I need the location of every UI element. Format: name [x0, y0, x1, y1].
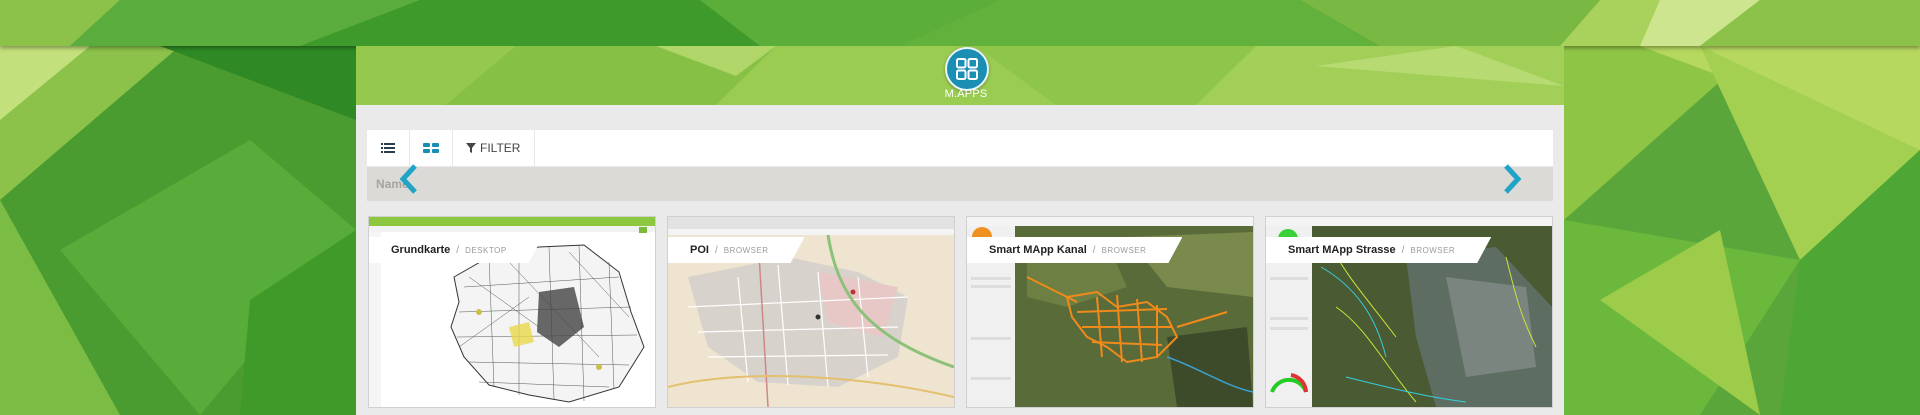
grid-icon [956, 58, 978, 80]
list-view-icon [381, 143, 395, 153]
app-type: BROWSER [1101, 245, 1147, 255]
mapps-panel: M.APPS FILTER Name Grundkarte / DESKTOP … [356, 46, 1564, 415]
filter-label: FILTER [480, 141, 521, 155]
app-title-tag: Smart MApp Strasse / BROWSER [1266, 237, 1491, 263]
app-name: Smart MApp Strasse [1288, 244, 1396, 256]
mapps-button[interactable] [945, 47, 989, 91]
mapps-label: M.APPS [944, 88, 988, 100]
app-title-tag: POI / BROWSER [668, 237, 805, 263]
app-card[interactable]: POI / BROWSER [667, 216, 955, 408]
app-type: DESKTOP [465, 245, 507, 255]
app-separator: / [456, 244, 460, 256]
app-separator: / [1401, 244, 1405, 256]
app-card[interactable]: Smart MApp Kanal / BROWSER [966, 216, 1254, 408]
top-banner [0, 0, 1920, 46]
list-view-button[interactable] [367, 130, 410, 166]
app-type: BROWSER [723, 245, 769, 255]
filter-button[interactable]: FILTER [453, 130, 536, 166]
app-title-tag: Smart MApp Kanal / BROWSER [967, 237, 1182, 263]
app-name: Grundkarte [391, 244, 451, 256]
chevron-left-icon [399, 164, 417, 194]
app-carousel: Grundkarte / DESKTOP POI / BROWSER Smart… [368, 216, 1554, 415]
carousel-prev-button[interactable] [397, 162, 421, 196]
carousel-next-button[interactable] [1500, 162, 1524, 196]
tile-view-icon [423, 143, 439, 153]
chevron-right-icon [1504, 164, 1522, 194]
sort-header[interactable]: Name [367, 167, 1553, 201]
view-toolbar: FILTER [367, 130, 1553, 166]
app-separator: / [1092, 244, 1096, 256]
app-card[interactable]: Grundkarte / DESKTOP [368, 216, 656, 408]
app-name: POI [690, 244, 709, 256]
app-type: BROWSER [1410, 245, 1456, 255]
app-name: Smart MApp Kanal [989, 244, 1087, 256]
filter-icon [466, 143, 476, 153]
app-title-tag: Grundkarte / DESKTOP [369, 237, 543, 263]
app-separator: / [714, 244, 718, 256]
app-card[interactable]: Smart MApp Strasse / BROWSER [1265, 216, 1553, 408]
tile-view-button[interactable] [410, 130, 453, 166]
